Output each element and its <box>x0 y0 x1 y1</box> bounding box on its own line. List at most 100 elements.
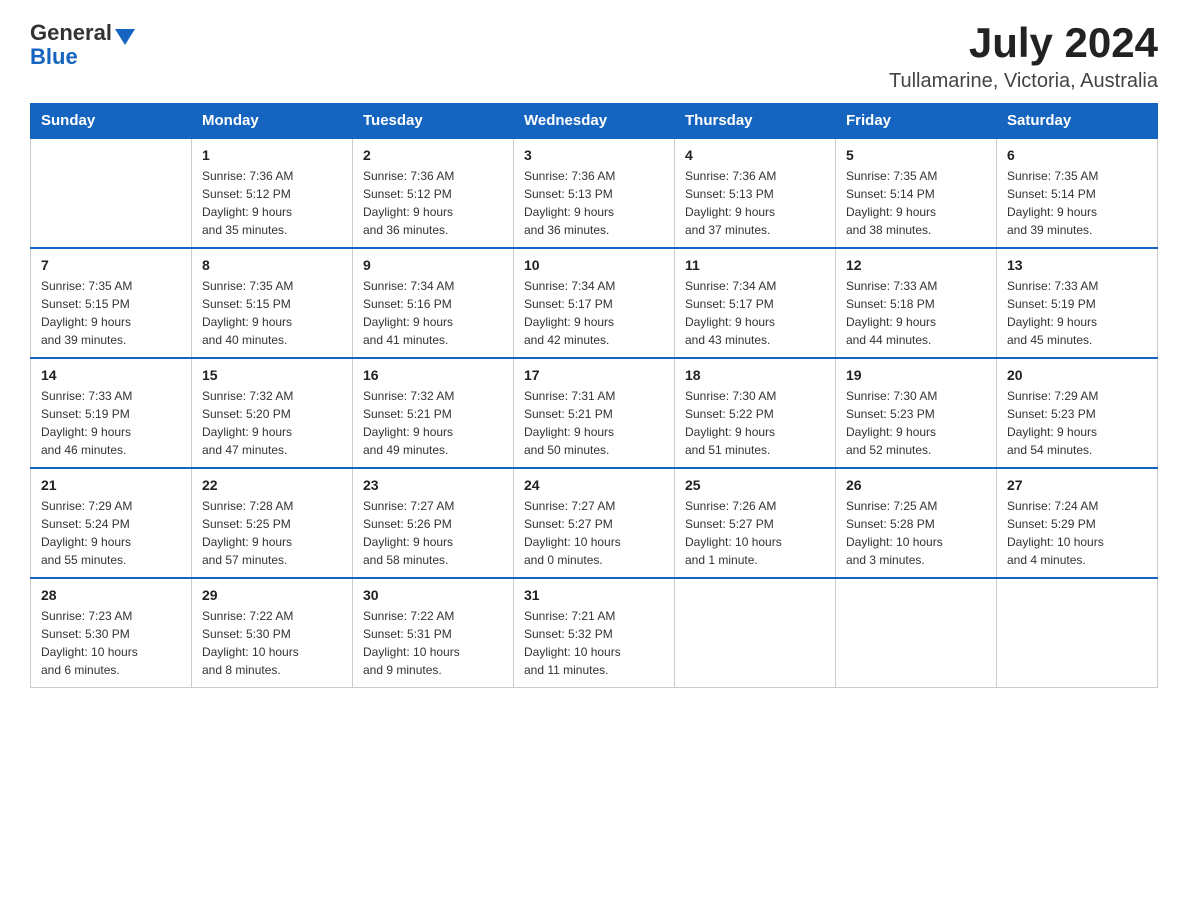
day-info: Sunrise: 7:36 AMSunset: 5:13 PMDaylight:… <box>685 167 825 239</box>
day-info: Sunrise: 7:35 AMSunset: 5:14 PMDaylight:… <box>846 167 986 239</box>
calendar-table: SundayMondayTuesdayWednesdayThursdayFrid… <box>30 103 1158 688</box>
calendar-day-22: 22Sunrise: 7:28 AMSunset: 5:25 PMDayligh… <box>192 468 353 578</box>
day-info: Sunrise: 7:32 AMSunset: 5:20 PMDaylight:… <box>202 387 342 459</box>
day-info: Sunrise: 7:27 AMSunset: 5:26 PMDaylight:… <box>363 497 503 569</box>
day-number: 2 <box>363 147 503 163</box>
day-number: 8 <box>202 257 342 273</box>
calendar-day-16: 16 Sunrise: 7:32 AMSunset: 5:21 PMDayligh… <box>353 358 514 468</box>
calendar-day-17: 17 Sunrise: 7:31 AMSunset: 5:21 PMDayligh… <box>514 358 675 468</box>
calendar-day-30: 30 Sunrise: 7:22 AMSunset: 5:31 PMDayligh… <box>353 578 514 688</box>
day-info: Sunrise: 7:34 AMSunset: 5:16 PMDaylight:… <box>363 277 503 349</box>
day-info: Sunrise: 7:32 AMSunset: 5:21 PMDaylight:… <box>363 387 503 459</box>
calendar-day-28: 28Sunrise: 7:23 AMSunset: 5:30 PMDayligh… <box>31 578 192 688</box>
calendar-week-row: 28Sunrise: 7:23 AMSunset: 5:30 PMDayligh… <box>31 578 1158 688</box>
page-header: General Blue July 2024 Tullamarine, Vict… <box>30 20 1158 93</box>
day-number: 9 <box>363 257 503 273</box>
day-info: Sunrise: 7:36 AMSunset: 5:12 PMDaylight:… <box>363 167 503 239</box>
day-number: 31 <box>524 587 664 603</box>
day-info: Sunrise: 7:29 AMSunset: 5:23 PMDaylight:… <box>1007 387 1147 459</box>
day-number: 16 <box>363 367 503 383</box>
logo-blue-text: Blue <box>30 46 78 68</box>
calendar-empty-cell <box>31 138 192 248</box>
calendar-day-8: 8 Sunrise: 7:35 AMSunset: 5:15 PMDaylight… <box>192 248 353 358</box>
calendar-day-12: 12 Sunrise: 7:33 AMSunset: 5:18 PMDayligh… <box>836 248 997 358</box>
day-number: 26 <box>846 477 986 493</box>
day-info: Sunrise: 7:35 AMSunset: 5:14 PMDaylight:… <box>1007 167 1147 239</box>
day-number: 4 <box>685 147 825 163</box>
day-number: 25 <box>685 477 825 493</box>
calendar-empty-cell <box>675 578 836 688</box>
day-number: 23 <box>363 477 503 493</box>
day-number: 27 <box>1007 477 1147 493</box>
day-number: 12 <box>846 257 986 273</box>
day-info: Sunrise: 7:22 AMSunset: 5:31 PMDaylight:… <box>363 607 503 679</box>
day-number: 6 <box>1007 147 1147 163</box>
calendar-day-21: 21 Sunrise: 7:29 AMSunset: 5:24 PMDayligh… <box>31 468 192 578</box>
day-info: Sunrise: 7:27 AMSunset: 5:27 PMDaylight:… <box>524 497 664 569</box>
calendar-day-10: 10 Sunrise: 7:34 AMSunset: 5:17 PMDayligh… <box>514 248 675 358</box>
day-info: Sunrise: 7:25 AMSunset: 5:28 PMDaylight:… <box>846 497 986 569</box>
day-number: 29 <box>202 587 342 603</box>
weekday-header-saturday: Saturday <box>997 104 1158 139</box>
day-info: Sunrise: 7:33 AMSunset: 5:18 PMDaylight:… <box>846 277 986 349</box>
day-number: 10 <box>524 257 664 273</box>
calendar-day-9: 9 Sunrise: 7:34 AMSunset: 5:16 PMDaylight… <box>353 248 514 358</box>
calendar-week-row: 14 Sunrise: 7:33 AMSunset: 5:19 PMDayligh… <box>31 358 1158 468</box>
day-info: Sunrise: 7:26 AMSunset: 5:27 PMDaylight:… <box>685 497 825 569</box>
day-info: Sunrise: 7:23 AMSunset: 5:30 PMDaylight:… <box>41 607 181 679</box>
weekday-header-wednesday: Wednesday <box>514 104 675 139</box>
calendar-day-31: 31 Sunrise: 7:21 AMSunset: 5:32 PMDayligh… <box>514 578 675 688</box>
day-number: 18 <box>685 367 825 383</box>
calendar-week-row: 21 Sunrise: 7:29 AMSunset: 5:24 PMDayligh… <box>31 468 1158 578</box>
calendar-day-13: 13Sunrise: 7:33 AMSunset: 5:19 PMDayligh… <box>997 248 1158 358</box>
day-number: 17 <box>524 367 664 383</box>
day-info: Sunrise: 7:30 AMSunset: 5:22 PMDaylight:… <box>685 387 825 459</box>
logo: General Blue <box>30 20 135 68</box>
day-number: 21 <box>41 477 181 493</box>
calendar-day-7: 7Sunrise: 7:35 AMSunset: 5:15 PMDaylight… <box>31 248 192 358</box>
day-number: 3 <box>524 147 664 163</box>
calendar-day-29: 29 Sunrise: 7:22 AMSunset: 5:30 PMDayligh… <box>192 578 353 688</box>
calendar-empty-cell <box>836 578 997 688</box>
day-info: Sunrise: 7:33 AMSunset: 5:19 PMDaylight:… <box>41 387 181 459</box>
day-info: Sunrise: 7:21 AMSunset: 5:32 PMDaylight:… <box>524 607 664 679</box>
day-info: Sunrise: 7:22 AMSunset: 5:30 PMDaylight:… <box>202 607 342 679</box>
weekday-header-sunday: Sunday <box>31 104 192 139</box>
calendar-week-row: 7 Sunrise: 7:35 AMSunset: 5:15 PMDaylight… <box>31 248 1158 358</box>
calendar-day-26: 26 Sunrise: 7:25 AMSunset: 5:28 PMDayligh… <box>836 468 997 578</box>
calendar-day-27: 27 Sunrise: 7:24 AMSunset: 5:29 PMDayligh… <box>997 468 1158 578</box>
calendar-day-23: 23 Sunrise: 7:27 AMSunset: 5:26 PMDayligh… <box>353 468 514 578</box>
day-info: Sunrise: 7:35 AMSunset: 5:15 PMDaylight:… <box>202 277 342 349</box>
day-info: Sunrise: 7:36 AMSunset: 5:13 PMDaylight:… <box>524 167 664 239</box>
weekday-header-friday: Friday <box>836 104 997 139</box>
day-info: Sunrise: 7:34 AMSunset: 5:17 PMDaylight:… <box>524 277 664 349</box>
calendar-day-11: 11Sunrise: 7:34 AMSunset: 5:17 PMDayligh… <box>675 248 836 358</box>
logo-general-text: General <box>30 20 112 46</box>
weekday-header-row: SundayMondayTuesdayWednesdayThursdayFrid… <box>31 104 1158 139</box>
day-number: 14 <box>41 367 181 383</box>
weekday-header-tuesday: Tuesday <box>353 104 514 139</box>
day-number: 20 <box>1007 367 1147 383</box>
calendar-day-19: 19Sunrise: 7:30 AMSunset: 5:23 PMDayligh… <box>836 358 997 468</box>
day-number: 7 <box>41 257 181 273</box>
day-number: 22 <box>202 477 342 493</box>
calendar-day-15: 15Sunrise: 7:32 AMSunset: 5:20 PMDayligh… <box>192 358 353 468</box>
day-info: Sunrise: 7:24 AMSunset: 5:29 PMDaylight:… <box>1007 497 1147 569</box>
day-info: Sunrise: 7:29 AMSunset: 5:24 PMDaylight:… <box>41 497 181 569</box>
day-number: 30 <box>363 587 503 603</box>
calendar-day-3: 3 Sunrise: 7:36 AMSunset: 5:13 PMDaylight… <box>514 138 675 248</box>
logo-triangle-icon <box>115 29 135 45</box>
day-info: Sunrise: 7:31 AMSunset: 5:21 PMDaylight:… <box>524 387 664 459</box>
location-subtitle: Tullamarine, Victoria, Australia <box>889 70 1158 93</box>
day-number: 1 <box>202 147 342 163</box>
calendar-day-18: 18 Sunrise: 7:30 AMSunset: 5:22 PMDayligh… <box>675 358 836 468</box>
weekday-header-thursday: Thursday <box>675 104 836 139</box>
calendar-day-24: 24Sunrise: 7:27 AMSunset: 5:27 PMDayligh… <box>514 468 675 578</box>
month-year-title: July 2024 <box>889 20 1158 66</box>
calendar-day-5: 5Sunrise: 7:35 AMSunset: 5:14 PMDaylight… <box>836 138 997 248</box>
calendar-empty-cell <box>997 578 1158 688</box>
day-info: Sunrise: 7:33 AMSunset: 5:19 PMDaylight:… <box>1007 277 1147 349</box>
calendar-day-1: 1Sunrise: 7:36 AMSunset: 5:12 PMDaylight… <box>192 138 353 248</box>
weekday-header-monday: Monday <box>192 104 353 139</box>
calendar-day-6: 6 Sunrise: 7:35 AMSunset: 5:14 PMDaylight… <box>997 138 1158 248</box>
